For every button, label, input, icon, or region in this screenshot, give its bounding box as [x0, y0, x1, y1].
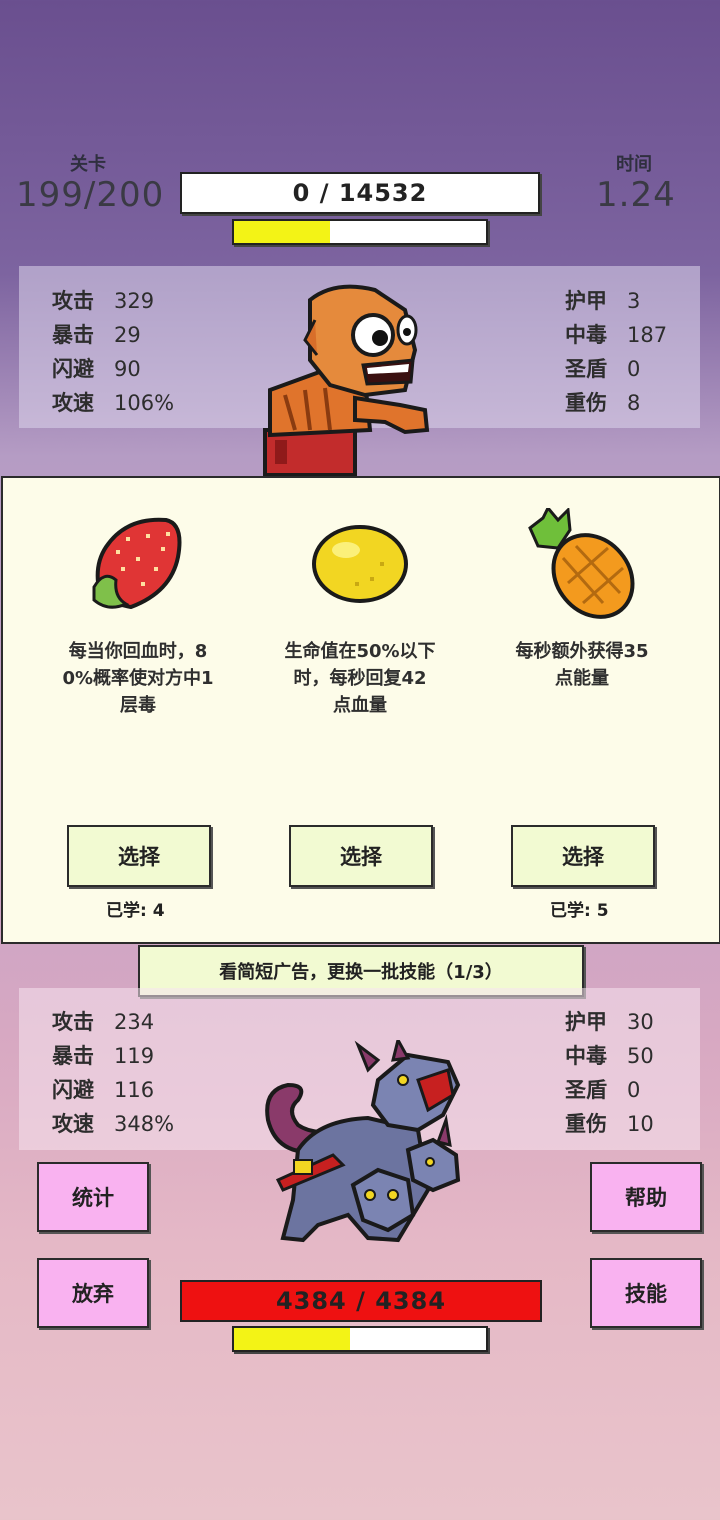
stat-label: 攻击: [52, 1010, 94, 1034]
stat-label: 暴击: [52, 1044, 94, 1068]
skill-learned-count: 已学: 4: [106, 901, 165, 921]
stats-button[interactable]: 统计: [37, 1162, 149, 1232]
skill-learned-count: 已学: 5: [550, 901, 609, 921]
player-right-stat-row: 圣盾 0: [565, 353, 640, 383]
enemy-left-stat-row: 暴击 119: [52, 1040, 154, 1070]
stat-label: 护甲: [565, 1010, 607, 1034]
player-left-stat-row: 闪避 90: [52, 353, 141, 383]
watch-ad-refresh-label: 看简短广告，更换一批技能（1/3）: [219, 962, 503, 983]
score-text: 0 / 14532: [292, 179, 428, 207]
select-skill-label: 选择: [340, 845, 382, 869]
player-left-stat-row: 暴击 29: [52, 319, 141, 349]
stat-label: 中毒: [565, 1044, 607, 1068]
skill-description-line: 每当你回血时，8: [68, 641, 208, 662]
stat-label: 中毒: [565, 323, 607, 347]
skills-button[interactable]: 技能: [590, 1258, 702, 1328]
enemy-left-stat-row: 攻速 348%: [52, 1108, 174, 1138]
stat-label: 圣盾: [565, 1078, 607, 1102]
skill-description: 生命值在50%以下 时，每秒回复42 点血量: [250, 638, 470, 719]
stats-button-label: 统计: [72, 1186, 114, 1210]
stat-label: 闪避: [52, 357, 94, 381]
skill-description-line: 时，每秒回复42: [293, 668, 427, 689]
enemy-right-stat-row: 圣盾 0: [565, 1074, 640, 1104]
select-skill-button[interactable]: 选择: [289, 825, 433, 887]
select-skill-label: 选择: [562, 845, 604, 869]
stat-label: 重伤: [565, 1112, 607, 1136]
player-right-stat-row: 重伤 8: [565, 387, 640, 417]
select-skill-button[interactable]: 选择: [67, 825, 211, 887]
skill-description-line: 点能量: [555, 668, 609, 689]
skill-description: 每秒额外获得35 点能量: [472, 638, 692, 692]
player-left-stat-row: 攻击 329: [52, 285, 154, 315]
skill-description: 每当你回血时，8 0%概率使对方中1 层毒: [28, 638, 248, 719]
stat-label: 闪避: [52, 1078, 94, 1102]
stat-value: 119: [114, 1044, 155, 1068]
player-energy-bar: [232, 219, 488, 245]
stat-label: 护甲: [565, 289, 607, 313]
enemy-right-stat-row: 中毒 50: [565, 1040, 654, 1070]
stat-value: 90: [114, 357, 141, 381]
enemy-creature-sprite: [265, 1040, 461, 1243]
stat-value: 29: [114, 323, 141, 347]
stat-label: 暴击: [52, 323, 94, 347]
pineapple-icon: [528, 508, 635, 619]
help-button[interactable]: 帮助: [590, 1162, 702, 1232]
skill-description-line: 点血量: [333, 695, 387, 716]
stat-label: 攻速: [52, 391, 94, 415]
stat-value: 234: [114, 1010, 155, 1034]
stat-label: 攻速: [52, 1112, 94, 1136]
strawberry-icon: [92, 517, 182, 610]
player-energy-fill: [234, 221, 330, 243]
stat-value: 348%: [114, 1112, 175, 1136]
stat-value: 187: [627, 323, 668, 347]
level-value: 199/200: [16, 175, 165, 215]
enemy-energy-fill: [234, 1328, 350, 1350]
stat-value: 30: [627, 1010, 654, 1034]
skill-description-line: 每秒额外获得35: [515, 641, 649, 662]
stat-value: 10: [627, 1112, 654, 1136]
enemy-hp-text: 4384 / 4384: [275, 1287, 447, 1315]
help-button-label: 帮助: [625, 1186, 667, 1210]
player-right-stat-row: 中毒 187: [565, 319, 667, 349]
skill-description-line: 层毒: [120, 695, 156, 716]
stat-value: 0: [627, 1078, 641, 1102]
stat-label: 攻击: [52, 289, 94, 313]
skill-description-line: 0%概率使对方中1: [62, 668, 214, 689]
lemon-icon: [312, 525, 408, 603]
stat-value: 329: [114, 289, 155, 313]
enemy-left-stat-row: 攻击 234: [52, 1006, 154, 1036]
player-left-stat-row: 攻速 106%: [52, 387, 174, 417]
enemy-hp-bar: 4384 / 4384: [180, 1280, 542, 1322]
give-up-button-label: 放弃: [72, 1282, 114, 1306]
stat-label: 圣盾: [565, 357, 607, 381]
give-up-button[interactable]: 放弃: [37, 1258, 149, 1328]
score-bar: 0 / 14532: [180, 172, 540, 214]
player-right-stat-row: 护甲 3: [565, 285, 640, 315]
skill-description-line: 生命值在50%以下: [284, 641, 436, 662]
select-skill-label: 选择: [118, 845, 160, 869]
enemy-left-stat-row: 闪避 116: [52, 1074, 154, 1104]
time-value: 1.24: [596, 175, 676, 215]
enemy-energy-bar: [232, 1326, 488, 1352]
level-label: 关卡: [70, 154, 106, 175]
enemy-right-stat-row: 护甲 30: [565, 1006, 654, 1036]
enemy-right-stat-row: 重伤 10: [565, 1108, 654, 1138]
stat-value: 116: [114, 1078, 155, 1102]
stat-value: 8: [627, 391, 641, 415]
stat-value: 106%: [114, 391, 175, 415]
select-skill-button[interactable]: 选择: [511, 825, 655, 887]
stat-value: 3: [627, 289, 641, 313]
player-character-sprite: [263, 284, 430, 476]
skills-button-label: 技能: [625, 1282, 667, 1306]
stat-value: 0: [627, 357, 641, 381]
time-label: 时间: [616, 154, 652, 175]
stat-value: 50: [627, 1044, 654, 1068]
stat-label: 重伤: [565, 391, 607, 415]
